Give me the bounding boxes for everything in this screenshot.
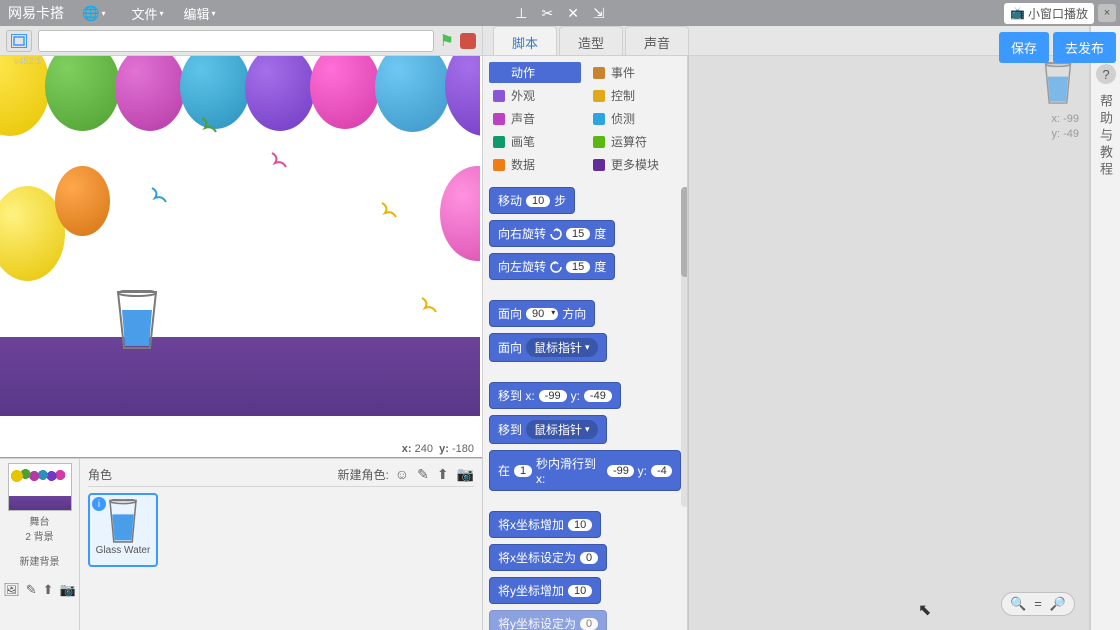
sprite-item-glass-water[interactable]: i Glass Water [88, 493, 158, 567]
stage-thumbnail[interactable] [8, 463, 72, 511]
block-goto-xy[interactable]: 移到 x:-99y:-49 [489, 382, 621, 409]
script-canvas[interactable]: x: -99 y: -49 🔍 = 🔎 [688, 56, 1089, 630]
selected-sprite-preview [1041, 62, 1075, 106]
block-point-direction[interactable]: 面向90▾方向 [489, 300, 595, 327]
sprite-position-readout: x: -99 y: -49 [1051, 112, 1079, 143]
version-label: v452.1 [14, 56, 41, 66]
zoom-controls: 🔍 = 🔎 [1001, 592, 1075, 616]
category-pen[interactable]: 画笔 [489, 131, 581, 152]
sprite-camera-icon[interactable]: 📷 [457, 466, 474, 483]
publish-button[interactable]: 去发布 [1053, 32, 1116, 63]
help-icon[interactable]: ? [1096, 64, 1116, 84]
sprites-title: 角色 [88, 466, 112, 483]
backdrop-library-icon[interactable]: 🖼 [3, 582, 20, 598]
stop-icon[interactable] [460, 33, 476, 49]
block-change-x[interactable]: 将x坐标增加10 [489, 511, 601, 538]
sprite-upload-icon[interactable]: ⬆ [437, 466, 449, 483]
expand-icon[interactable]: ✕ [567, 5, 579, 22]
tab-costumes[interactable]: 造型 [559, 26, 623, 55]
small-window-play-button[interactable]: 📺 小窗口播放 [1004, 3, 1094, 24]
palette-scrollbar[interactable] [681, 187, 688, 277]
project-title-input[interactable] [38, 30, 434, 52]
fullscreen-icon[interactable] [6, 30, 32, 52]
sprite-paint-icon[interactable]: ✎ [417, 466, 429, 483]
category-events[interactable]: 事件 [589, 62, 681, 83]
app-logo: 网易卡搭 [8, 3, 64, 23]
block-goto[interactable]: 移到鼠标指针 [489, 415, 607, 444]
category-control[interactable]: 控制 [589, 85, 681, 106]
tab-scripts[interactable]: 脚本 [493, 26, 557, 55]
menu-bar: 网易卡搭 🌐▾ 文件▾ 编辑▾ ⊥ ✂ ✕ ⇲ 📺 小窗口播放 × [0, 0, 1120, 26]
backdrop-upload-icon[interactable]: ⬆ [43, 582, 54, 598]
save-button[interactable]: 保存 [999, 32, 1049, 63]
stage-mouse-coords: x: 240 y: -180 [402, 443, 474, 455]
block-set-y[interactable]: 将y坐标设定为0 [489, 610, 607, 630]
zoom-in-icon[interactable]: 🔎 [1050, 596, 1066, 612]
block-turn-left[interactable]: 向左旋转15度 [489, 253, 615, 280]
block-set-x[interactable]: 将x坐标设定为0 [489, 544, 607, 571]
stamp-icon[interactable]: ⊥ [515, 5, 527, 22]
zoom-out-icon[interactable]: 🔍 [1010, 596, 1026, 612]
category-sensing[interactable]: 侦测 [589, 108, 681, 129]
category-operators[interactable]: 运算符 [589, 131, 681, 152]
block-move-steps[interactable]: 移动10步 [489, 187, 575, 214]
backdrop-paint-icon[interactable]: ✎ [26, 582, 37, 598]
block-glide[interactable]: 在1秒内滑行到 x:-99y:-4 [489, 450, 681, 491]
close-button[interactable]: × [1098, 4, 1116, 22]
sprite-glass-water[interactable] [116, 290, 158, 355]
sprite-library-icon[interactable]: ☺ [395, 466, 409, 483]
contract-icon[interactable]: ⇲ [593, 5, 605, 22]
sprite-info-icon[interactable]: i [92, 497, 106, 511]
block-palette: 移动10步 向右旋转15度 向左旋转15度 面向90▾方向 面向鼠标指针 移到 … [483, 181, 687, 630]
block-turn-right[interactable]: 向右旋转15度 [489, 220, 615, 247]
block-point-towards[interactable]: 面向鼠标指针 [489, 333, 607, 362]
backdrop-camera-icon[interactable]: 📷 [60, 582, 76, 598]
cut-icon[interactable]: ✂ [542, 5, 554, 22]
help-panel-label: 帮助与教程 [1096, 94, 1115, 179]
stage-header: ⚑ [0, 26, 482, 56]
stage-canvas[interactable] [0, 56, 480, 416]
category-motion[interactable]: 动作 [489, 62, 581, 83]
language-icon[interactable]: 🌐▾ [72, 5, 115, 22]
zoom-reset-icon[interactable]: = [1034, 596, 1042, 612]
green-flag-icon[interactable]: ⚑ [440, 31, 454, 51]
tab-sounds[interactable]: 声音 [625, 26, 689, 55]
category-looks[interactable]: 外观 [489, 85, 581, 106]
menu-file[interactable]: 文件▾ [121, 4, 173, 23]
category-data[interactable]: 数据 [489, 154, 581, 175]
category-sound[interactable]: 声音 [489, 108, 581, 129]
block-change-y[interactable]: 将y坐标增加10 [489, 577, 601, 604]
menu-edit[interactable]: 编辑▾ [173, 4, 225, 23]
category-more[interactable]: 更多模块 [589, 154, 681, 175]
